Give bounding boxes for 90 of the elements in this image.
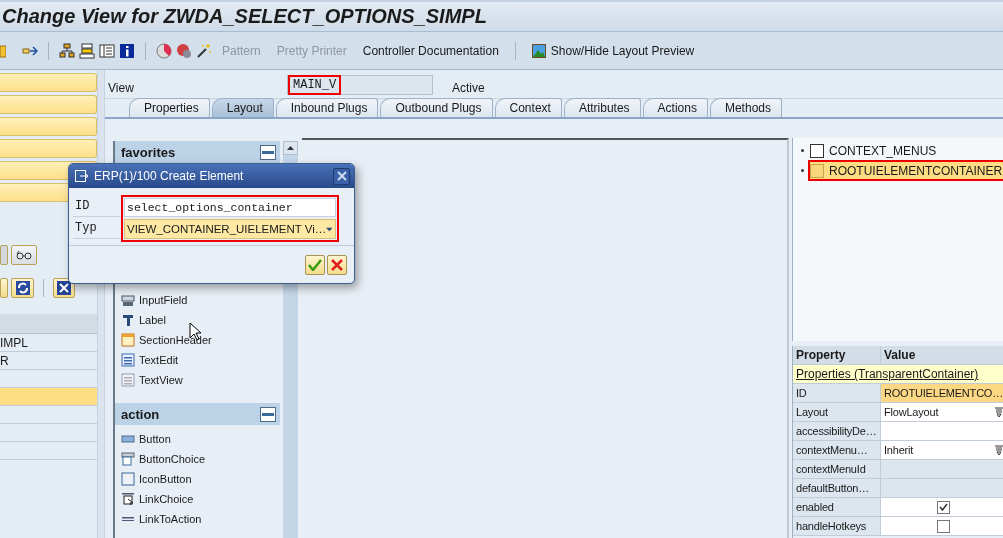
field-label: Typ	[73, 217, 121, 239]
info-icon[interactable]	[119, 42, 135, 59]
cross-icon	[331, 258, 343, 271]
property-name: ID	[793, 384, 881, 402]
confirm-button[interactable]	[305, 254, 325, 275]
property-value-cell[interactable]: FlowLayout	[881, 403, 1003, 421]
group-header[interactable]: action	[115, 403, 280, 425]
collapse-icon[interactable]	[260, 144, 276, 160]
edit-icon	[75, 170, 89, 182]
stack-icon[interactable]	[79, 42, 95, 59]
column-header: Value	[881, 346, 1003, 364]
palette-item[interactable]: TextEdit	[115, 350, 280, 370]
tab[interactable]: Actions	[642, 98, 708, 117]
palette-item[interactable]: ButtonChoice	[115, 449, 280, 469]
show-hide-preview-button[interactable]: Show/Hide Layout Preview	[525, 39, 701, 62]
property-name: defaultButton…	[793, 479, 881, 497]
property-name: contextMenuId	[793, 460, 881, 478]
property-value: Inherit	[884, 444, 914, 456]
property-name: accessibilityDe…	[793, 422, 881, 440]
group-header[interactable]: favorites	[115, 141, 280, 163]
toolbar-button[interactable]: Controller Documentation	[356, 39, 505, 62]
caret-icon	[326, 226, 333, 232]
status-text: Active	[452, 81, 485, 95]
palette-item[interactable]: LinkChoice	[115, 489, 280, 509]
button-icon	[121, 432, 135, 446]
column-header: Property	[793, 346, 881, 364]
tab[interactable]: Inbound Plugs	[275, 98, 379, 117]
tab[interactable]: Outbound Plugs	[380, 98, 493, 117]
close-icon	[57, 281, 71, 295]
close-icon	[336, 171, 347, 181]
property-name: handleHotkeys	[793, 517, 881, 535]
close-button[interactable]	[333, 167, 350, 185]
collapse-icon[interactable]	[260, 406, 276, 422]
close-button[interactable]	[53, 278, 75, 298]
property-value-cell[interactable]	[881, 517, 1003, 535]
glasses-icon	[16, 250, 32, 260]
palette-item[interactable]: TextView	[115, 370, 280, 390]
window-title: Change View for ZWDA_SELECT_OPTIONS_SIMPL	[2, 5, 487, 28]
id-input-field[interactable]: select_options_container	[124, 198, 336, 217]
checkbox[interactable]	[937, 500, 950, 514]
pie-chart-icon[interactable]	[156, 42, 172, 59]
palette-item[interactable]: Button	[115, 429, 280, 449]
icon-button-icon	[121, 472, 135, 486]
palette-item[interactable]: InputField	[115, 290, 280, 310]
view-label: View	[108, 81, 135, 95]
tree-node[interactable]: CONTEXT_MENUS	[810, 142, 939, 159]
tab[interactable]: Attributes	[563, 98, 641, 117]
label-icon	[121, 313, 135, 327]
picture-icon	[531, 43, 546, 58]
magic-wand-icon[interactable]	[196, 42, 212, 59]
palette-item[interactable]: IconButton	[115, 469, 280, 489]
property-value: FlowLayout	[884, 406, 939, 418]
glasses-button[interactable]	[11, 245, 37, 265]
tab[interactable]: Properties	[129, 98, 210, 117]
tab[interactable]: Methods	[709, 98, 782, 117]
checkmark-icon	[308, 258, 322, 271]
dropdown-icon[interactable]	[995, 407, 1003, 417]
tab[interactable]: Context	[494, 98, 562, 117]
property-value-cell[interactable]	[881, 422, 1003, 440]
palette-item[interactable]: SectionHeader	[115, 330, 280, 350]
tree-node[interactable]: ROOTUIELEMENTCONTAINER	[810, 162, 1003, 179]
checkbox[interactable]	[937, 519, 950, 533]
property-value-cell[interactable]: Inherit	[881, 441, 1003, 459]
list-icon[interactable]	[99, 42, 115, 59]
property-value-cell[interactable]	[881, 498, 1003, 516]
link-choice-icon	[121, 492, 135, 506]
refresh-button[interactable]	[11, 278, 34, 298]
property-name: contextMenu…	[793, 441, 881, 459]
cancel-button[interactable]	[327, 254, 347, 275]
palette-item[interactable]: Label	[115, 310, 280, 330]
palette-item[interactable]: LinkToAction	[115, 509, 280, 529]
bullet-icon	[801, 149, 804, 152]
dialog-title: ERP(1)/100 Create Element	[94, 169, 245, 183]
button-choice-icon	[121, 452, 135, 466]
property-name: enabled	[793, 498, 881, 516]
section-header-icon	[121, 333, 135, 347]
type-dropdown[interactable]: VIEW_CONTAINER_UIELEMENT Vi…	[124, 219, 336, 239]
input-field-icon	[121, 293, 135, 307]
tab[interactable]: Layout	[211, 98, 274, 117]
refresh-icon	[14, 280, 31, 296]
up-arrow-icon	[287, 146, 294, 150]
dropdown-icon[interactable]	[995, 445, 1003, 455]
scroll-up-button[interactable]	[283, 141, 298, 155]
bullet-icon	[801, 169, 804, 172]
field-label: ID	[73, 195, 121, 217]
property-name: Layout	[793, 403, 881, 421]
text-view-icon	[121, 373, 135, 387]
view-name-field[interactable]: MAIN_V	[287, 75, 433, 95]
hierarchy-icon[interactable]	[59, 42, 75, 59]
text-edit-icon	[121, 353, 135, 367]
